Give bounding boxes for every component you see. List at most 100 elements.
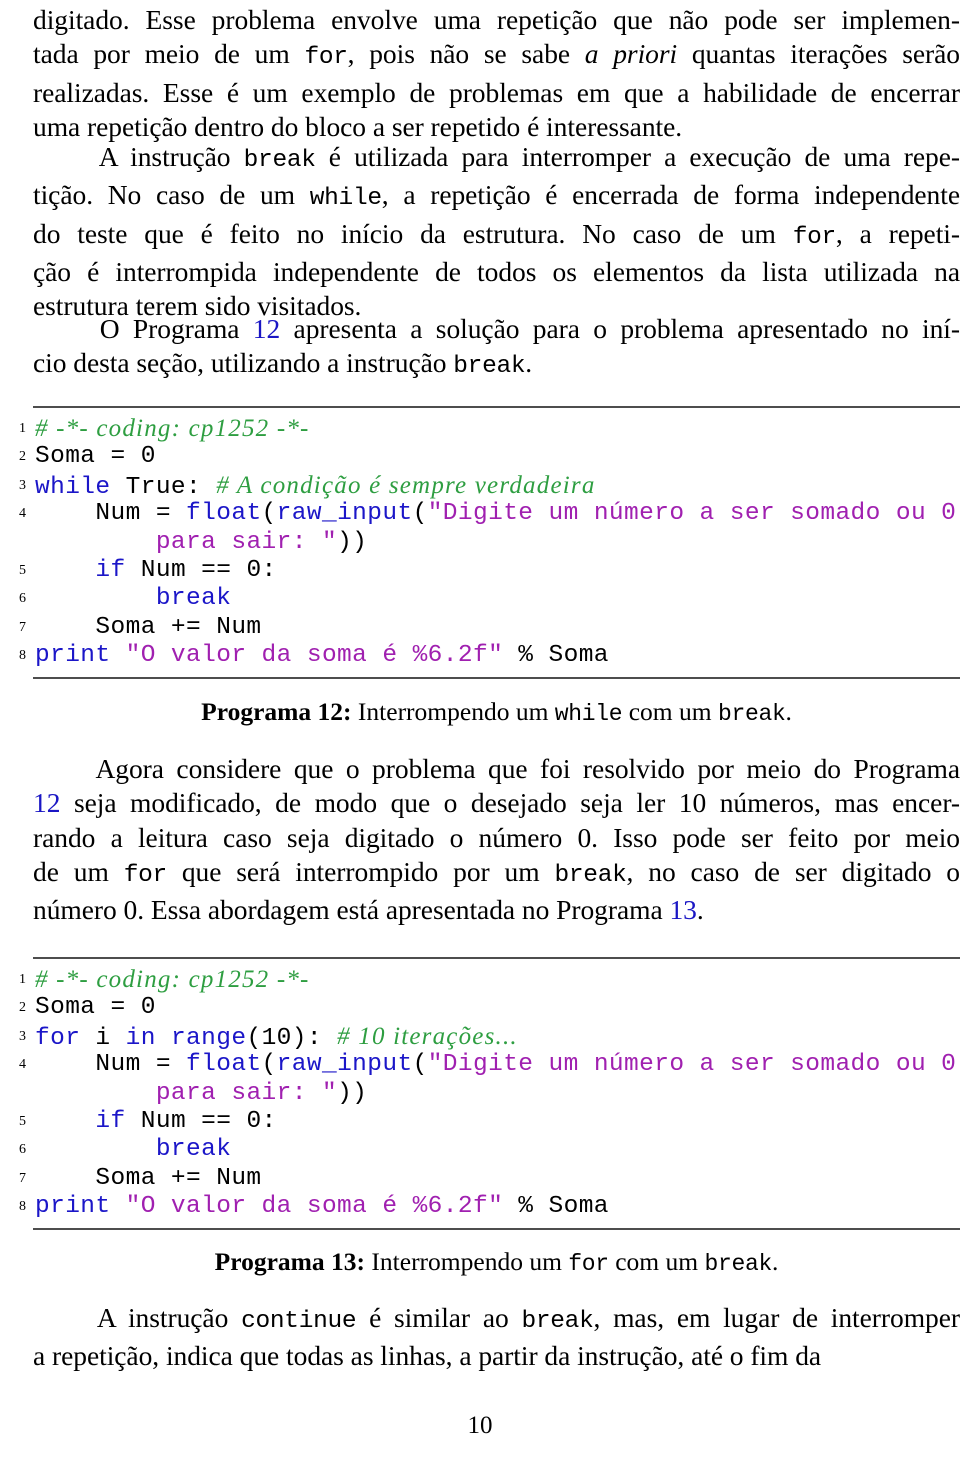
text-line: A instrução continue é similar ao break,… [33,1301,960,1339]
cross-reference-link[interactable]: 12 [33,787,60,818]
text-line: rando a leitura caso seja digitado o núm… [33,821,960,855]
text-run: , no caso de ser digitado o [627,856,960,887]
code-token-n [35,1108,95,1135]
caption-label: Programa 13: [215,1247,365,1276]
code-token-fn: raw_input [277,500,413,527]
code-token-n [35,557,95,584]
inline-code: continue [241,1308,356,1335]
code-line-content: while True: # A condição é sempre verdad… [33,472,596,502]
code-token-fn: float [186,500,262,527]
page-number: 10 [0,1412,960,1440]
code-line-number: 6 [8,1139,26,1161]
code-line: 8print "O valor da soma é %6.2f" % Soma [33,642,960,670]
code-token-n: Num = [35,500,186,527]
caption-text: . [785,697,791,726]
code-token-n [35,585,156,612]
code-token-n: Soma += Num [35,614,262,641]
text-run: de um [33,856,124,887]
code-token-fn: raw_input [277,1051,413,1078]
text-run: A instrução [33,141,244,172]
code-line: 7 Soma += Num [33,614,960,642]
caption-text: . [772,1247,778,1276]
text-line: tição. No caso de um while, a repetição … [33,178,960,216]
code-line-content: para sair: ")) [33,1080,367,1108]
code-line: 7 Soma += Num [33,1165,960,1193]
code-line-content: if Num == 0: [33,1108,277,1136]
code-token-s: para sair: " [156,1080,337,1107]
text-line: tada por meio de um for, pois não se sab… [33,37,960,75]
caption-label: Programa 12: [201,697,351,726]
text-run: ção é interrompida independente de todos… [33,256,960,287]
caption-text: com um [622,697,718,726]
text-run: realizadas. Esse é um exemplo de problem… [33,77,960,108]
code-token-n [35,1080,156,1107]
code-token-n: ( [413,1051,428,1078]
text-run: , a repetição é encerrada de forma indep… [382,179,960,210]
code-line-content: Soma = 0 [33,443,156,471]
code-token-k: if [95,557,125,584]
text-run: do teste que é feito no início da estrut… [33,218,793,249]
text-line: 12 seja modificado, de modo que o deseja… [33,786,960,820]
inline-code: break [244,147,316,174]
code-token-n: % Soma [503,642,609,669]
inline-code: for [793,224,836,251]
caption-text: Interrompendo um [365,1247,568,1276]
code-token-k: print [35,642,111,669]
code-line-number: 3 [8,475,26,497]
cross-reference-link[interactable]: 13 [669,894,696,925]
caption-text: Interrompendo um [352,697,555,726]
code-token-n: ( [413,500,428,527]
text-run: , mas, em lugar de interromper [593,1302,960,1333]
code-token-k: if [95,1108,125,1135]
code-token-n: Soma += Num [35,1165,262,1192]
code-line-content: Soma = 0 [33,994,156,1022]
code-line-content: print "O valor da soma é %6.2f" % Soma [33,1193,609,1221]
code-line-content: Num = float(raw_input("Digite um número … [33,500,956,528]
inline-code: break [555,862,627,889]
code-line: 6 break [33,585,960,613]
code-token-n: i [80,1025,125,1052]
code-token-n: )) [337,1080,367,1107]
text-run: quantas iterações serão [677,38,960,69]
cross-reference-link[interactable]: 12 [253,313,280,344]
code-line-number: 6 [8,588,26,610]
inline-code: while [310,185,382,212]
code-line-content: Soma += Num [33,614,262,642]
code-line-number: 7 [8,617,26,639]
caption-text: com um [609,1247,705,1276]
code-token-n: ( [262,1051,277,1078]
text-run: . [697,894,704,925]
text-line: número 0. Essa abordagem está apresentad… [33,893,960,927]
text-run: O Programa [33,313,253,344]
caption-inline-code: while [555,701,623,727]
text-run: tição. No caso de um [33,179,310,210]
code-token-n: Num == 0: [126,557,277,584]
text-run: apresenta a solução para o problema apre… [280,313,960,344]
code-line: 3while True: # A condição é sempre verda… [33,472,960,500]
text-run: Agora considere que o problema que foi r… [33,753,960,784]
text-line: O Programa 12 apresenta a solução para o… [33,312,960,346]
text-run: tada por meio de um [33,38,304,69]
text-line: cio desta seção, utilizando a instrução … [33,346,960,384]
code-token-k: print [35,1193,111,1220]
code-token-n [156,1025,171,1052]
code-line: 5 if Num == 0: [33,557,960,585]
code-token-c: # A condição é sempre verdadeira [216,472,595,499]
code-token-n [35,1136,156,1163]
code-token-s: "O valor da soma é %6.2f" [126,642,504,669]
text-run: é utilizada para interromper a execução … [316,141,960,172]
text-run: seja modificado, de modo que o desejado … [60,787,960,818]
code-token-k: break [156,1136,232,1163]
text-line: a repetição, indica que todas as linhas,… [33,1339,960,1373]
code-token-c: # -*- coding: cp1252 -*- [35,415,310,442]
code-line: 5 if Num == 0: [33,1108,960,1136]
text-line: Agora considere que o problema que foi r… [33,752,960,786]
text-run: número 0. Essa abordagem está apresentad… [33,894,669,925]
listing-bottom-rule [33,677,960,679]
code-token-n [111,642,126,669]
inline-code: for [304,44,347,71]
listing-bottom-rule [33,1228,960,1230]
code-line-number: 4 [8,1054,26,1076]
text-run: A instrução [33,1302,241,1333]
code-token-k: for [35,1025,80,1052]
